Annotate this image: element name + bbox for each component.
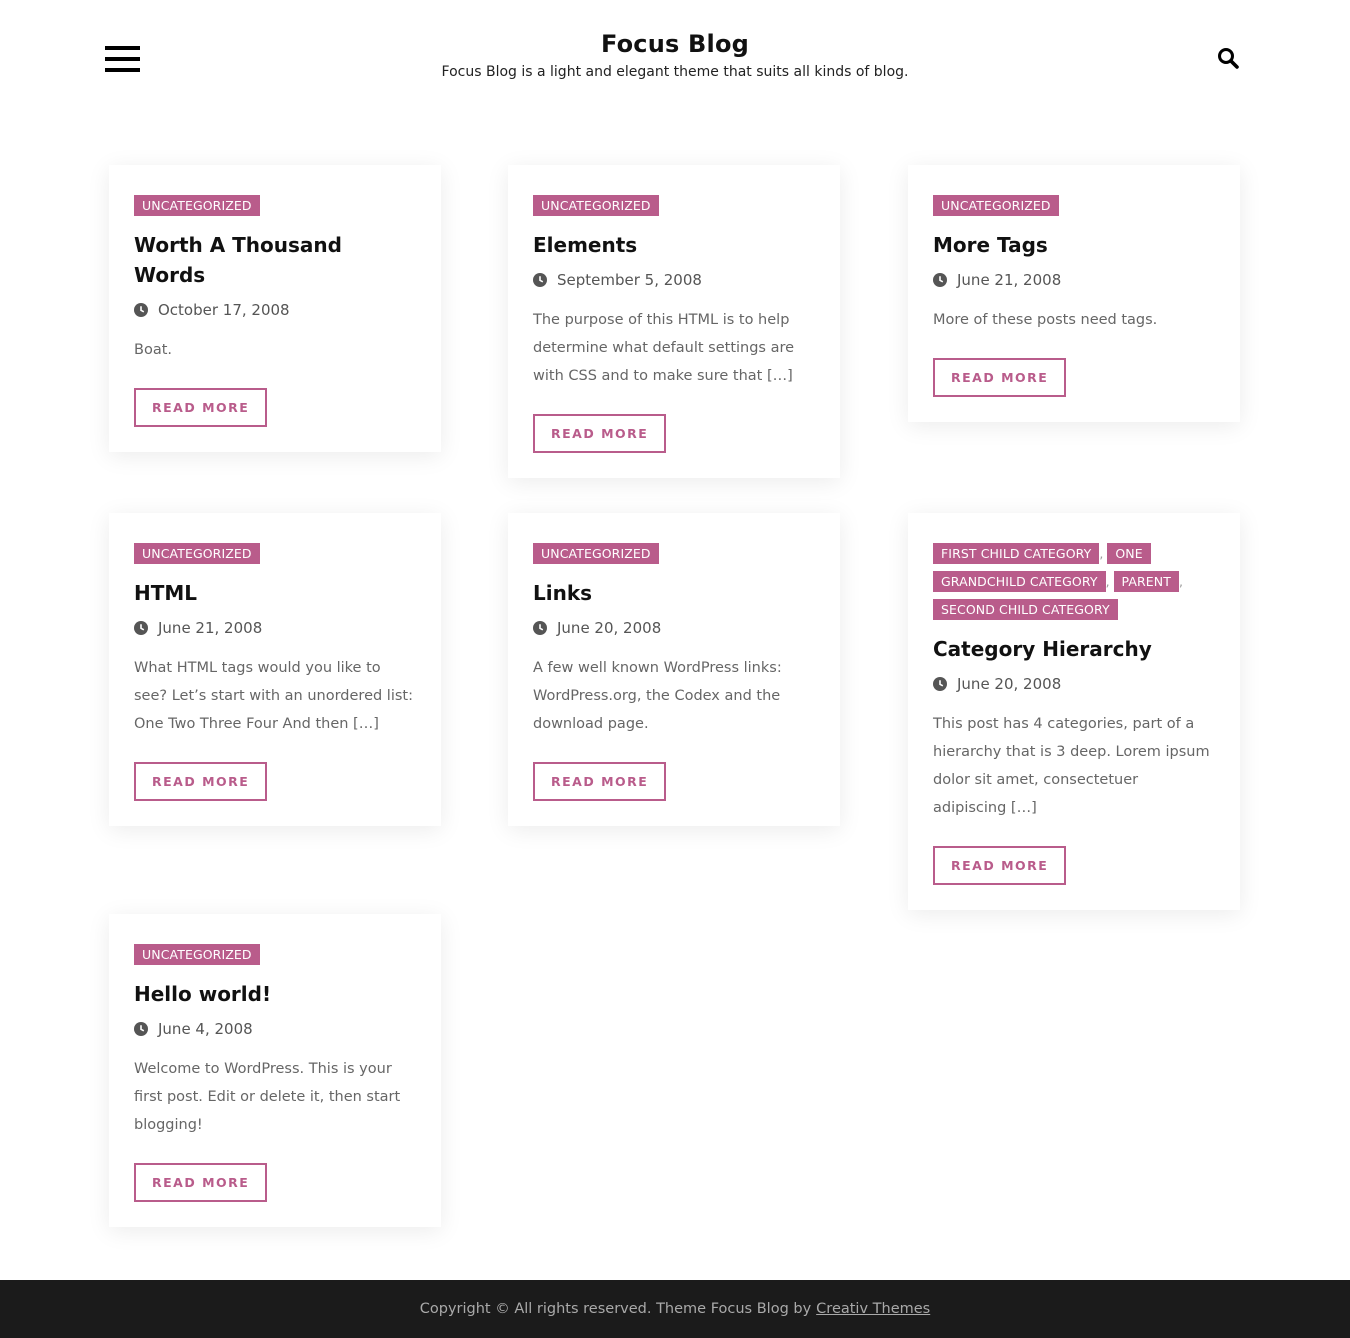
site-footer: Copyright © All rights reserved. Theme F… xyxy=(0,1280,1350,1338)
post-categories: UNCATEGORIZED xyxy=(933,192,1215,220)
clock-icon xyxy=(134,621,148,635)
read-more-button[interactable]: READ MORE xyxy=(533,762,667,801)
post-card: UNCATEGORIZED HTML June 21, 2008 What HT… xyxy=(109,513,441,826)
read-more-button[interactable]: READ MORE xyxy=(134,388,268,427)
category-tag[interactable]: UNCATEGORIZED xyxy=(134,195,260,216)
site-title[interactable]: Focus Blog xyxy=(601,30,749,58)
post-meta: June 4, 2008 xyxy=(134,1019,416,1039)
post-excerpt: The purpose of this HTML is to help dete… xyxy=(533,312,795,384)
post-excerpt: What HTML tags would you like to see? Le… xyxy=(134,660,413,732)
site-branding: Focus Blog Focus Blog is a light and ele… xyxy=(0,30,1350,80)
post-meta: October 17, 2008 xyxy=(134,300,416,320)
clock-icon xyxy=(533,273,547,287)
post-date[interactable]: June 21, 2008 xyxy=(957,271,1061,289)
clock-icon xyxy=(933,273,947,287)
read-more-button[interactable]: READ MORE xyxy=(134,762,268,801)
post-title[interactable]: Links xyxy=(533,578,815,608)
site-description: Focus Blog is a light and elegant theme … xyxy=(441,64,909,80)
category-tag[interactable]: UNCATEGORIZED xyxy=(533,195,659,216)
read-more-button[interactable]: READ MORE xyxy=(933,846,1067,885)
read-more-button[interactable]: READ MORE xyxy=(933,358,1067,397)
clock-icon xyxy=(533,621,547,635)
category-tag[interactable]: UNCATEGORIZED xyxy=(933,195,1059,216)
post-excerpt: Welcome to WordPress. This is your first… xyxy=(134,1061,401,1133)
post-categories: FIRST CHILD CATEGORY, ONE GRANDCHILD CAT… xyxy=(933,540,1215,624)
post-meta: June 20, 2008 xyxy=(933,674,1215,694)
read-more-button[interactable]: READ MORE xyxy=(533,414,667,453)
post-excerpt: More of these posts need tags. xyxy=(933,312,1158,328)
post-excerpt: Boat. xyxy=(134,342,172,358)
post-categories: UNCATEGORIZED xyxy=(134,941,416,969)
post-meta: September 5, 2008 xyxy=(533,270,815,290)
post-date[interactable]: October 17, 2008 xyxy=(158,301,290,319)
post-meta: June 20, 2008 xyxy=(533,618,815,638)
category-tag[interactable]: UNCATEGORIZED xyxy=(533,543,659,564)
category-separator: , xyxy=(1105,574,1110,589)
category-tag[interactable]: UNCATEGORIZED xyxy=(134,543,260,564)
category-separator: , xyxy=(1179,574,1183,589)
post-date[interactable]: June 4, 2008 xyxy=(158,1020,253,1038)
post-date[interactable]: September 5, 2008 xyxy=(557,271,702,289)
post-excerpt: This post has 4 categories, part of a hi… xyxy=(933,716,1210,816)
post-meta: June 21, 2008 xyxy=(933,270,1215,290)
post-title[interactable]: HTML xyxy=(134,578,416,608)
clock-icon xyxy=(933,677,947,691)
category-tag[interactable]: PARENT xyxy=(1113,571,1179,592)
post-card: UNCATEGORIZED Worth A Thousand Words Oct… xyxy=(109,165,441,452)
post-categories: UNCATEGORIZED xyxy=(533,540,815,568)
post-meta: June 21, 2008 xyxy=(134,618,416,638)
site-header: Focus Blog Focus Blog is a light and ele… xyxy=(0,0,1350,120)
clock-icon xyxy=(134,1022,148,1036)
post-excerpt: A few well known WordPress links: WordPr… xyxy=(533,660,782,732)
copyright-text: Copyright © All rights reserved. Theme F… xyxy=(419,1301,812,1317)
post-card: UNCATEGORIZED Hello world! June 4, 2008 … xyxy=(109,914,441,1227)
clock-icon xyxy=(134,303,148,317)
post-categories: UNCATEGORIZED xyxy=(134,192,416,220)
theme-author-link[interactable]: Creativ Themes xyxy=(816,1301,930,1317)
post-date[interactable]: June 21, 2008 xyxy=(158,619,262,637)
category-separator: , xyxy=(1099,546,1104,561)
post-date[interactable]: June 20, 2008 xyxy=(957,675,1061,693)
post-card: UNCATEGORIZED Elements September 5, 2008… xyxy=(508,165,840,478)
post-card: UNCATEGORIZED More Tags June 21, 2008 Mo… xyxy=(908,165,1240,422)
post-title[interactable]: Hello world! xyxy=(134,979,416,1009)
search-icon[interactable] xyxy=(1216,46,1240,70)
post-date[interactable]: June 20, 2008 xyxy=(557,619,661,637)
post-title[interactable]: Category Hierarchy xyxy=(933,634,1215,664)
read-more-button[interactable]: READ MORE xyxy=(134,1163,268,1202)
category-tag[interactable]: SECOND CHILD CATEGORY xyxy=(933,599,1118,620)
post-title[interactable]: Worth A Thousand Words xyxy=(134,230,416,290)
category-tag[interactable]: FIRST CHILD CATEGORY xyxy=(933,543,1100,564)
post-categories: UNCATEGORIZED xyxy=(134,540,416,568)
post-title[interactable]: Elements xyxy=(533,230,815,260)
post-card: UNCATEGORIZED Links June 20, 2008 A few … xyxy=(508,513,840,826)
post-categories: UNCATEGORIZED xyxy=(533,192,815,220)
category-tag[interactable]: UNCATEGORIZED xyxy=(134,944,260,965)
post-card: FIRST CHILD CATEGORY, ONE GRANDCHILD CAT… xyxy=(908,513,1240,910)
post-title[interactable]: More Tags xyxy=(933,230,1215,260)
